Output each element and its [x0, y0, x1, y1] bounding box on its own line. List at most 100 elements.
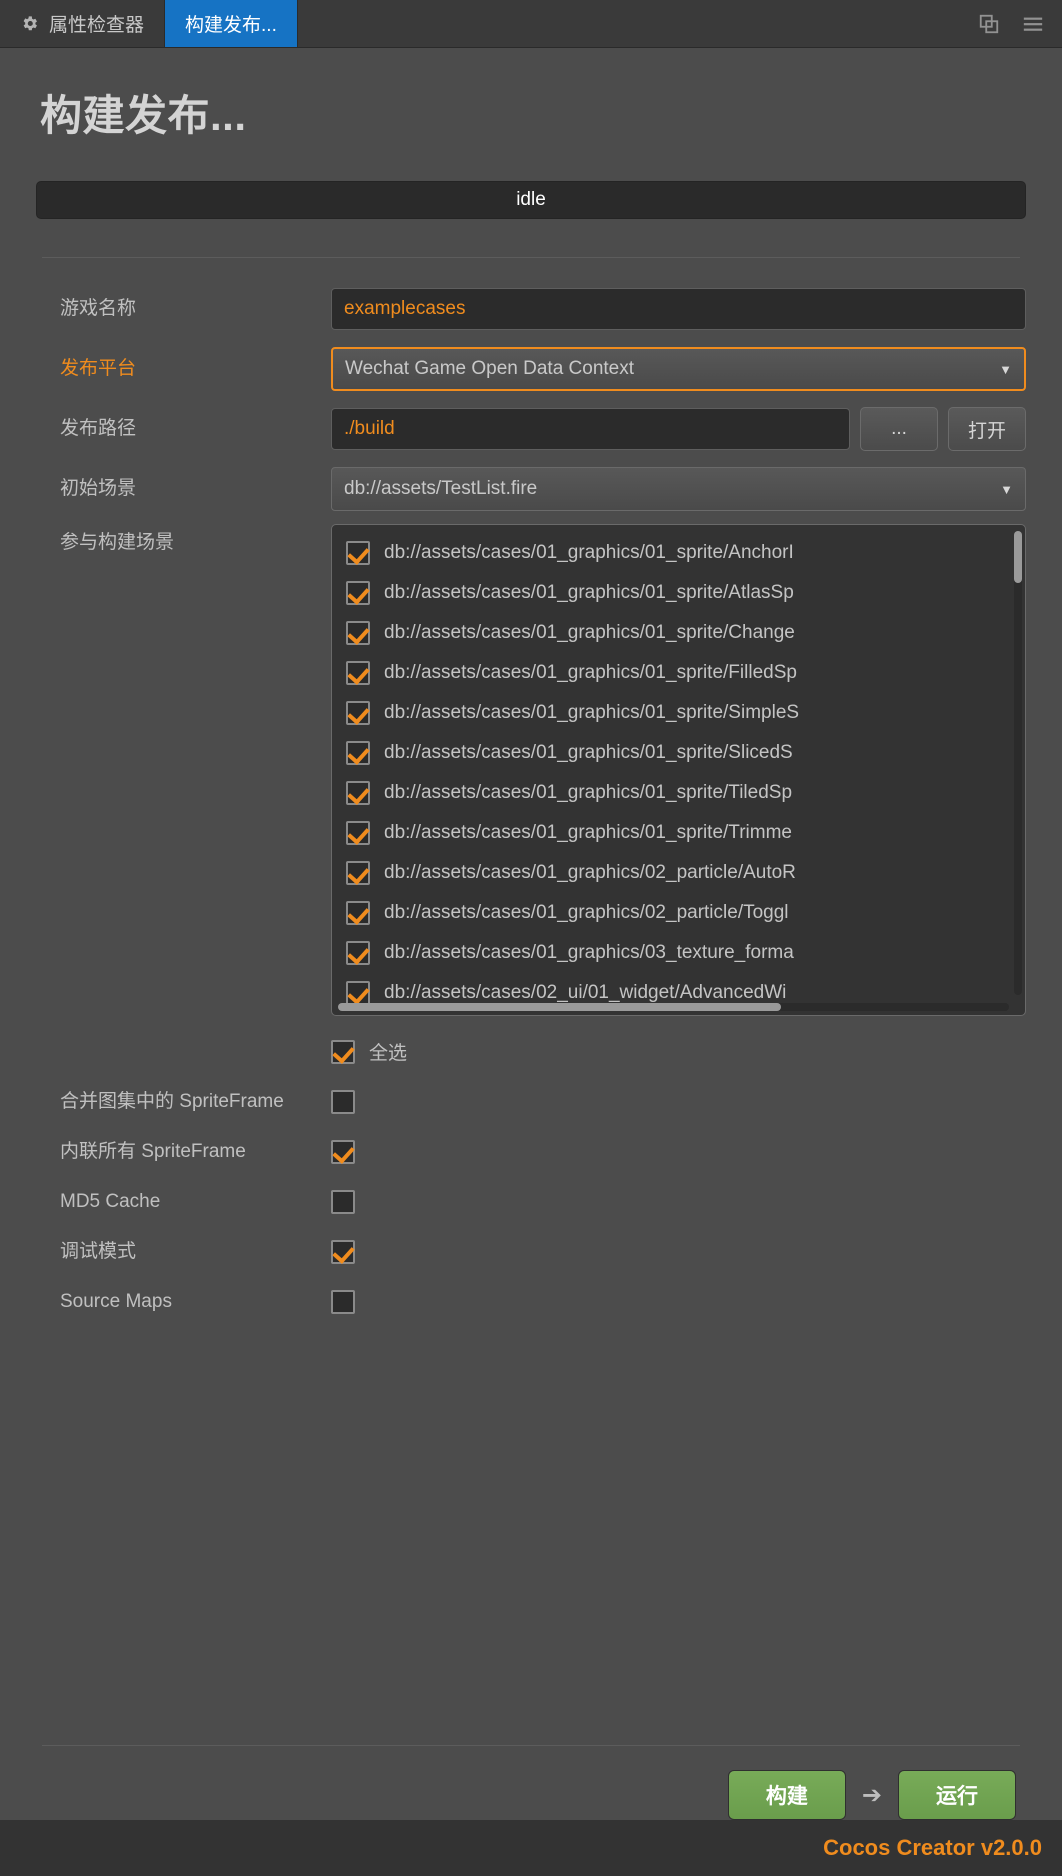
open-path-button[interactable]: 打开	[948, 407, 1026, 451]
scene-list-vertical-scrollbar[interactable]	[1014, 531, 1022, 995]
scene-item-checkbox[interactable]	[346, 581, 370, 605]
control-start-scene: db://assets/TestList.fire ▼	[331, 467, 1026, 511]
browse-path-button[interactable]: ...	[860, 407, 938, 451]
scene-item-checkbox[interactable]	[346, 541, 370, 565]
chevron-down-icon: ▼	[1000, 481, 1013, 497]
control-build-path: ... 打开	[331, 407, 1026, 451]
row-start-scene: 初始场景 db://assets/TestList.fire ▼	[36, 464, 1026, 514]
build-option-checkbox[interactable]	[331, 1140, 355, 1164]
build-option-label: Source Maps	[60, 1290, 172, 1312]
scene-list-item[interactable]: db://assets/cases/01_graphics/01_sprite/…	[332, 773, 1025, 813]
action-buttons: 构建 ➔ 运行	[36, 1746, 1026, 1820]
scene-item-checkbox[interactable]	[346, 901, 370, 925]
scene-list-item[interactable]: db://assets/cases/01_graphics/01_sprite/…	[332, 573, 1025, 613]
build-option-control	[331, 1290, 1026, 1314]
popout-panel-icon[interactable]	[978, 13, 1000, 35]
build-option-label: 合并图集中的 SpriteFrame	[60, 1090, 284, 1112]
scene-item-path: db://assets/cases/01_graphics/01_sprite/…	[384, 542, 794, 563]
scene-item-checkbox[interactable]	[346, 941, 370, 965]
chevron-down-icon: ▼	[999, 361, 1012, 377]
run-button[interactable]: 运行	[898, 1770, 1016, 1820]
arrow-right-icon: ➔	[861, 1781, 882, 1809]
build-publish-panel: 属性检查器 构建发布... 构建发布... idle 游戏名称 examplec…	[0, 0, 1062, 1876]
build-button[interactable]: 构建	[727, 1770, 846, 1820]
build-option-row: 内联所有 SpriteFrame	[36, 1127, 1026, 1177]
control-platform: Wechat Game Open Data Context ▼	[331, 347, 1026, 391]
panel-body: 构建发布... idle 游戏名称 发布平台 Wechat Game Open …	[0, 48, 1062, 1745]
build-option-row: Source Maps	[36, 1277, 1026, 1327]
scene-item-path: db://assets/cases/01_graphics/01_sprite/…	[384, 822, 792, 843]
hamburger-menu-icon[interactable]	[1022, 13, 1044, 35]
build-status-text: idle	[516, 189, 546, 210]
platform-select-value: Wechat Game Open Data Context	[345, 358, 635, 379]
label-platform: 发布平台	[60, 357, 137, 379]
select-all-row: 全选	[331, 1038, 1026, 1065]
build-option-label: MD5 Cache	[60, 1190, 161, 1212]
panel-tab-bar: 属性检查器 构建发布...	[0, 0, 1062, 48]
build-option-row: 调试模式	[36, 1227, 1026, 1277]
gear-icon	[20, 14, 39, 33]
build-option-checkbox[interactable]	[331, 1240, 355, 1264]
scene-list-item[interactable]: db://assets/cases/01_graphics/01_sprite/…	[332, 533, 1025, 573]
control-game-name	[331, 288, 1026, 330]
label-game-name: 游戏名称	[60, 297, 137, 319]
divider-top	[42, 257, 1020, 258]
build-progress-bar: idle	[36, 181, 1026, 219]
scene-list-item[interactable]: db://assets/cases/01_graphics/01_sprite/…	[332, 653, 1025, 693]
tab-bar-spacer	[297, 0, 960, 47]
scene-item-checkbox[interactable]	[346, 861, 370, 885]
game-name-input[interactable]	[331, 288, 1026, 330]
scene-item-path: db://assets/cases/01_graphics/02_particl…	[384, 862, 796, 883]
select-all-checkbox[interactable]	[331, 1039, 355, 1064]
scene-item-checkbox[interactable]	[346, 741, 370, 765]
scene-list-item[interactable]: db://assets/cases/01_graphics/03_texture…	[332, 933, 1025, 973]
scene-item-path: db://assets/cases/01_graphics/01_sprite/…	[384, 662, 797, 683]
scene-list[interactable]: db://assets/cases/01_graphics/01_sprite/…	[331, 524, 1026, 1016]
scene-item-checkbox[interactable]	[346, 781, 370, 805]
scene-list-item[interactable]: db://assets/cases/01_graphics/01_sprite/…	[332, 733, 1025, 773]
start-scene-select-value: db://assets/TestList.fire	[344, 478, 538, 499]
label-start-scene: 初始场景	[60, 477, 137, 499]
row-build-path: 发布路径 ... 打开	[36, 404, 1026, 454]
app-version-label: Cocos Creator v2.0.0	[823, 1835, 1042, 1860]
build-option-control	[331, 1140, 1026, 1164]
scene-list-item[interactable]: db://assets/cases/01_graphics/01_sprite/…	[332, 693, 1025, 733]
status-bar: Cocos Creator v2.0.0	[0, 1820, 1062, 1876]
scene-item-path: db://assets/cases/01_graphics/01_sprite/…	[384, 782, 793, 803]
scene-item-checkbox[interactable]	[346, 621, 370, 645]
scene-list-items: db://assets/cases/01_graphics/01_sprite/…	[332, 525, 1025, 1015]
scene-item-checkbox[interactable]	[346, 981, 370, 1005]
scene-item-checkbox[interactable]	[346, 701, 370, 725]
tab-bar-actions	[960, 0, 1062, 47]
build-option-control	[331, 1240, 1026, 1264]
scene-item-checkbox[interactable]	[346, 821, 370, 845]
scene-list-horizontal-thumb[interactable]	[338, 1003, 781, 1011]
build-option-label: 内联所有 SpriteFrame	[60, 1140, 246, 1162]
build-option-checkbox[interactable]	[331, 1090, 355, 1114]
start-scene-select[interactable]: db://assets/TestList.fire ▼	[331, 467, 1026, 511]
build-option-checkbox[interactable]	[331, 1290, 355, 1314]
scene-item-path: db://assets/cases/01_graphics/01_sprite/…	[384, 622, 795, 643]
tab-build-publish[interactable]: 构建发布...	[165, 0, 298, 47]
platform-select[interactable]: Wechat Game Open Data Context ▼	[331, 347, 1026, 391]
scene-list-item[interactable]: db://assets/cases/01_graphics/01_sprite/…	[332, 813, 1025, 853]
tab-property-inspector[interactable]: 属性检查器	[0, 0, 166, 47]
scene-list-item[interactable]: db://assets/cases/01_graphics/02_particl…	[332, 853, 1025, 893]
panel-footer: 构建 ➔ 运行	[0, 1745, 1062, 1820]
build-path-input[interactable]	[331, 408, 850, 450]
scene-list-horizontal-scrollbar[interactable]	[338, 1003, 1009, 1011]
row-included-scenes: 参与构建场景 db://assets/cases/01_graphics/01_…	[36, 524, 1026, 1065]
label-included-scenes: 参与构建场景	[60, 532, 175, 553]
scene-item-checkbox[interactable]	[346, 661, 370, 685]
scene-list-item[interactable]: db://assets/cases/01_graphics/02_particl…	[332, 893, 1025, 933]
build-option-control	[331, 1190, 1026, 1214]
row-platform: 发布平台 Wechat Game Open Data Context ▼	[36, 344, 1026, 394]
scene-item-path: db://assets/cases/01_graphics/01_sprite/…	[384, 742, 793, 763]
build-option-checkbox[interactable]	[331, 1190, 355, 1214]
scene-list-item[interactable]: db://assets/cases/01_graphics/01_sprite/…	[332, 613, 1025, 653]
build-settings-form: 游戏名称 发布平台 Wechat Game Open Data Context …	[36, 284, 1026, 1327]
build-option-label: 调试模式	[60, 1240, 137, 1262]
scene-item-path: db://assets/cases/01_graphics/01_sprite/…	[384, 702, 800, 723]
row-game-name: 游戏名称	[36, 284, 1026, 334]
scene-list-vertical-thumb[interactable]	[1014, 531, 1022, 583]
